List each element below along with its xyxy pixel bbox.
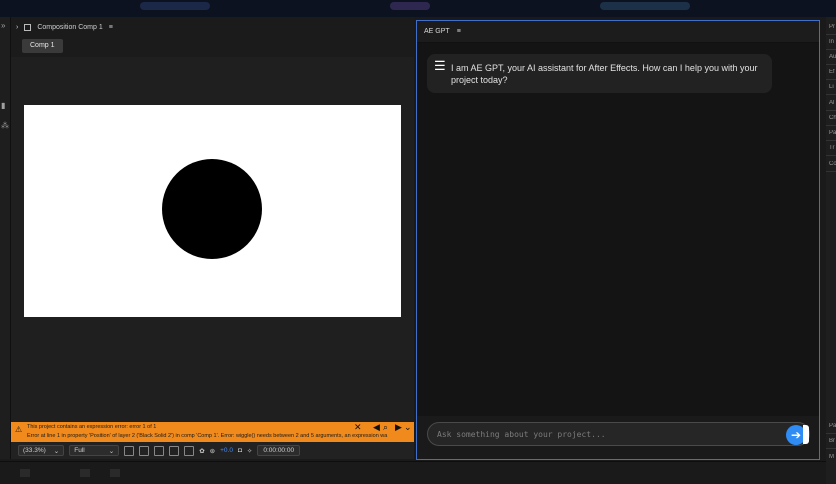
chat-history: ☰ I am AE GPT, your AI assistant for Aft… bbox=[417, 43, 819, 416]
error-detail: Error at line 1 in property 'Position' o… bbox=[27, 433, 388, 439]
ae-gpt-panel: AE GPT ≡ ☰ I am AE GPT, your AI assistan… bbox=[416, 20, 820, 460]
zoom-value: (33.3%) bbox=[23, 447, 46, 454]
rail-item[interactable]: Tr bbox=[829, 145, 836, 151]
rail-item[interactable]: In bbox=[829, 39, 836, 45]
rail-item[interactable]: Br bbox=[829, 438, 836, 444]
chevron-right-icon[interactable]: › bbox=[16, 24, 18, 31]
view-options-icon[interactable] bbox=[169, 445, 180, 456]
timeline-control[interactable] bbox=[80, 469, 90, 477]
ae-gpt-header: AE GPT ≡ bbox=[417, 21, 819, 43]
decor-glow bbox=[600, 2, 690, 10]
left-toolbar: » ▮ ⁂ bbox=[0, 17, 11, 459]
tab-comp-1[interactable]: Comp 1 bbox=[22, 39, 63, 53]
rail-item[interactable]: Au bbox=[829, 54, 836, 60]
snapshot-icon[interactable]: ◘ bbox=[238, 447, 242, 454]
composition-title: Composition Comp 1 bbox=[37, 23, 103, 31]
resolution-value: Full bbox=[74, 447, 85, 454]
rail-item[interactable]: Pr bbox=[829, 24, 836, 30]
next-error-icon[interactable]: ▶ bbox=[395, 422, 402, 433]
right-panel-rail: Pr In Au Ef Li Al Ch Pa Tr Co Pa Br M bbox=[826, 17, 836, 484]
exposure-reset-icon[interactable]: ⊛ bbox=[210, 447, 215, 455]
chat-input[interactable] bbox=[427, 422, 810, 446]
bottom-strip bbox=[0, 461, 826, 484]
rail-item[interactable]: Pa bbox=[829, 130, 836, 136]
rail-item[interactable]: Ef bbox=[829, 69, 836, 75]
expression-error-bar: ⚠ This project contains an expression er… bbox=[11, 422, 414, 442]
resolution-dropdown[interactable]: Full ⌄ bbox=[69, 445, 120, 456]
decor-glow bbox=[140, 2, 210, 10]
ae-gpt-title: AE GPT bbox=[424, 28, 450, 35]
assistant-message-text: I am AE GPT, your AI assistant for After… bbox=[451, 63, 758, 85]
rail-item[interactable]: Ch bbox=[829, 115, 836, 121]
composition-panel: › Composition Comp 1 ≡ Comp 1 ⚠ This pro… bbox=[11, 17, 414, 459]
tool-icon[interactable]: ▮ bbox=[1, 101, 5, 110]
error-summary: This project contains an expression erro… bbox=[27, 424, 157, 430]
arrow-right-icon: ➔ bbox=[790, 428, 802, 442]
composition-canvas[interactable] bbox=[24, 105, 401, 317]
mask-visibility-icon[interactable] bbox=[154, 445, 165, 456]
exposure-value[interactable]: +0.0 bbox=[220, 447, 233, 454]
rail-item[interactable]: M bbox=[829, 454, 836, 460]
panel-menu-icon[interactable]: ≡ bbox=[109, 24, 113, 31]
chat-input-area: ➔ bbox=[417, 416, 819, 459]
chevron-down-icon: ⌄ bbox=[108, 447, 115, 455]
close-icon[interactable]: ✕ bbox=[354, 422, 362, 433]
previous-error-icon[interactable]: ◀ bbox=[373, 422, 380, 433]
search-icon[interactable]: ⌕ bbox=[383, 422, 388, 433]
composition-panel-header: › Composition Comp 1 ≡ bbox=[11, 17, 414, 37]
rail-item[interactable]: Co bbox=[829, 161, 836, 167]
assistant-message: ☰ I am AE GPT, your AI assistant for Aft… bbox=[427, 54, 772, 93]
timeline-control[interactable] bbox=[20, 469, 30, 477]
rail-item[interactable]: Pa bbox=[829, 423, 836, 429]
warning-icon: ⚠ bbox=[15, 425, 23, 434]
chevron-down-icon: ⌄ bbox=[53, 447, 60, 455]
tool-icon[interactable]: ⁂ bbox=[1, 121, 9, 130]
show-snapshot-icon[interactable]: ✧ bbox=[247, 447, 252, 455]
transparency-grid-icon[interactable] bbox=[139, 445, 150, 456]
send-button-edge bbox=[803, 425, 809, 444]
panel-menu-icon[interactable]: ≡ bbox=[457, 28, 461, 35]
collapse-icon[interactable]: ⌄ bbox=[404, 422, 412, 433]
color-channels-icon[interactable]: ✿ bbox=[199, 447, 204, 455]
hamburger-menu-icon[interactable]: ☰ bbox=[434, 59, 446, 72]
black-solid-circle[interactable] bbox=[162, 159, 262, 259]
timecode-display[interactable]: 0:00:00:00 bbox=[257, 445, 301, 456]
region-of-interest-icon[interactable] bbox=[124, 445, 135, 456]
rail-item[interactable]: Al bbox=[829, 100, 836, 106]
zoom-dropdown[interactable]: (33.3%) ⌄ bbox=[18, 445, 65, 456]
lock-icon[interactable] bbox=[24, 23, 32, 31]
decor-glow bbox=[390, 2, 430, 10]
timeline-control[interactable] bbox=[110, 469, 120, 477]
expand-icon[interactable]: » bbox=[1, 21, 5, 30]
top-strip bbox=[0, 0, 836, 17]
rail-item[interactable]: Li bbox=[829, 84, 836, 90]
3d-view-icon[interactable] bbox=[184, 445, 195, 456]
composition-footer: (33.3%) ⌄ Full ⌄ ✿ ⊛ +0.0 ◘ ✧ 0:00:00:00 bbox=[11, 442, 414, 459]
